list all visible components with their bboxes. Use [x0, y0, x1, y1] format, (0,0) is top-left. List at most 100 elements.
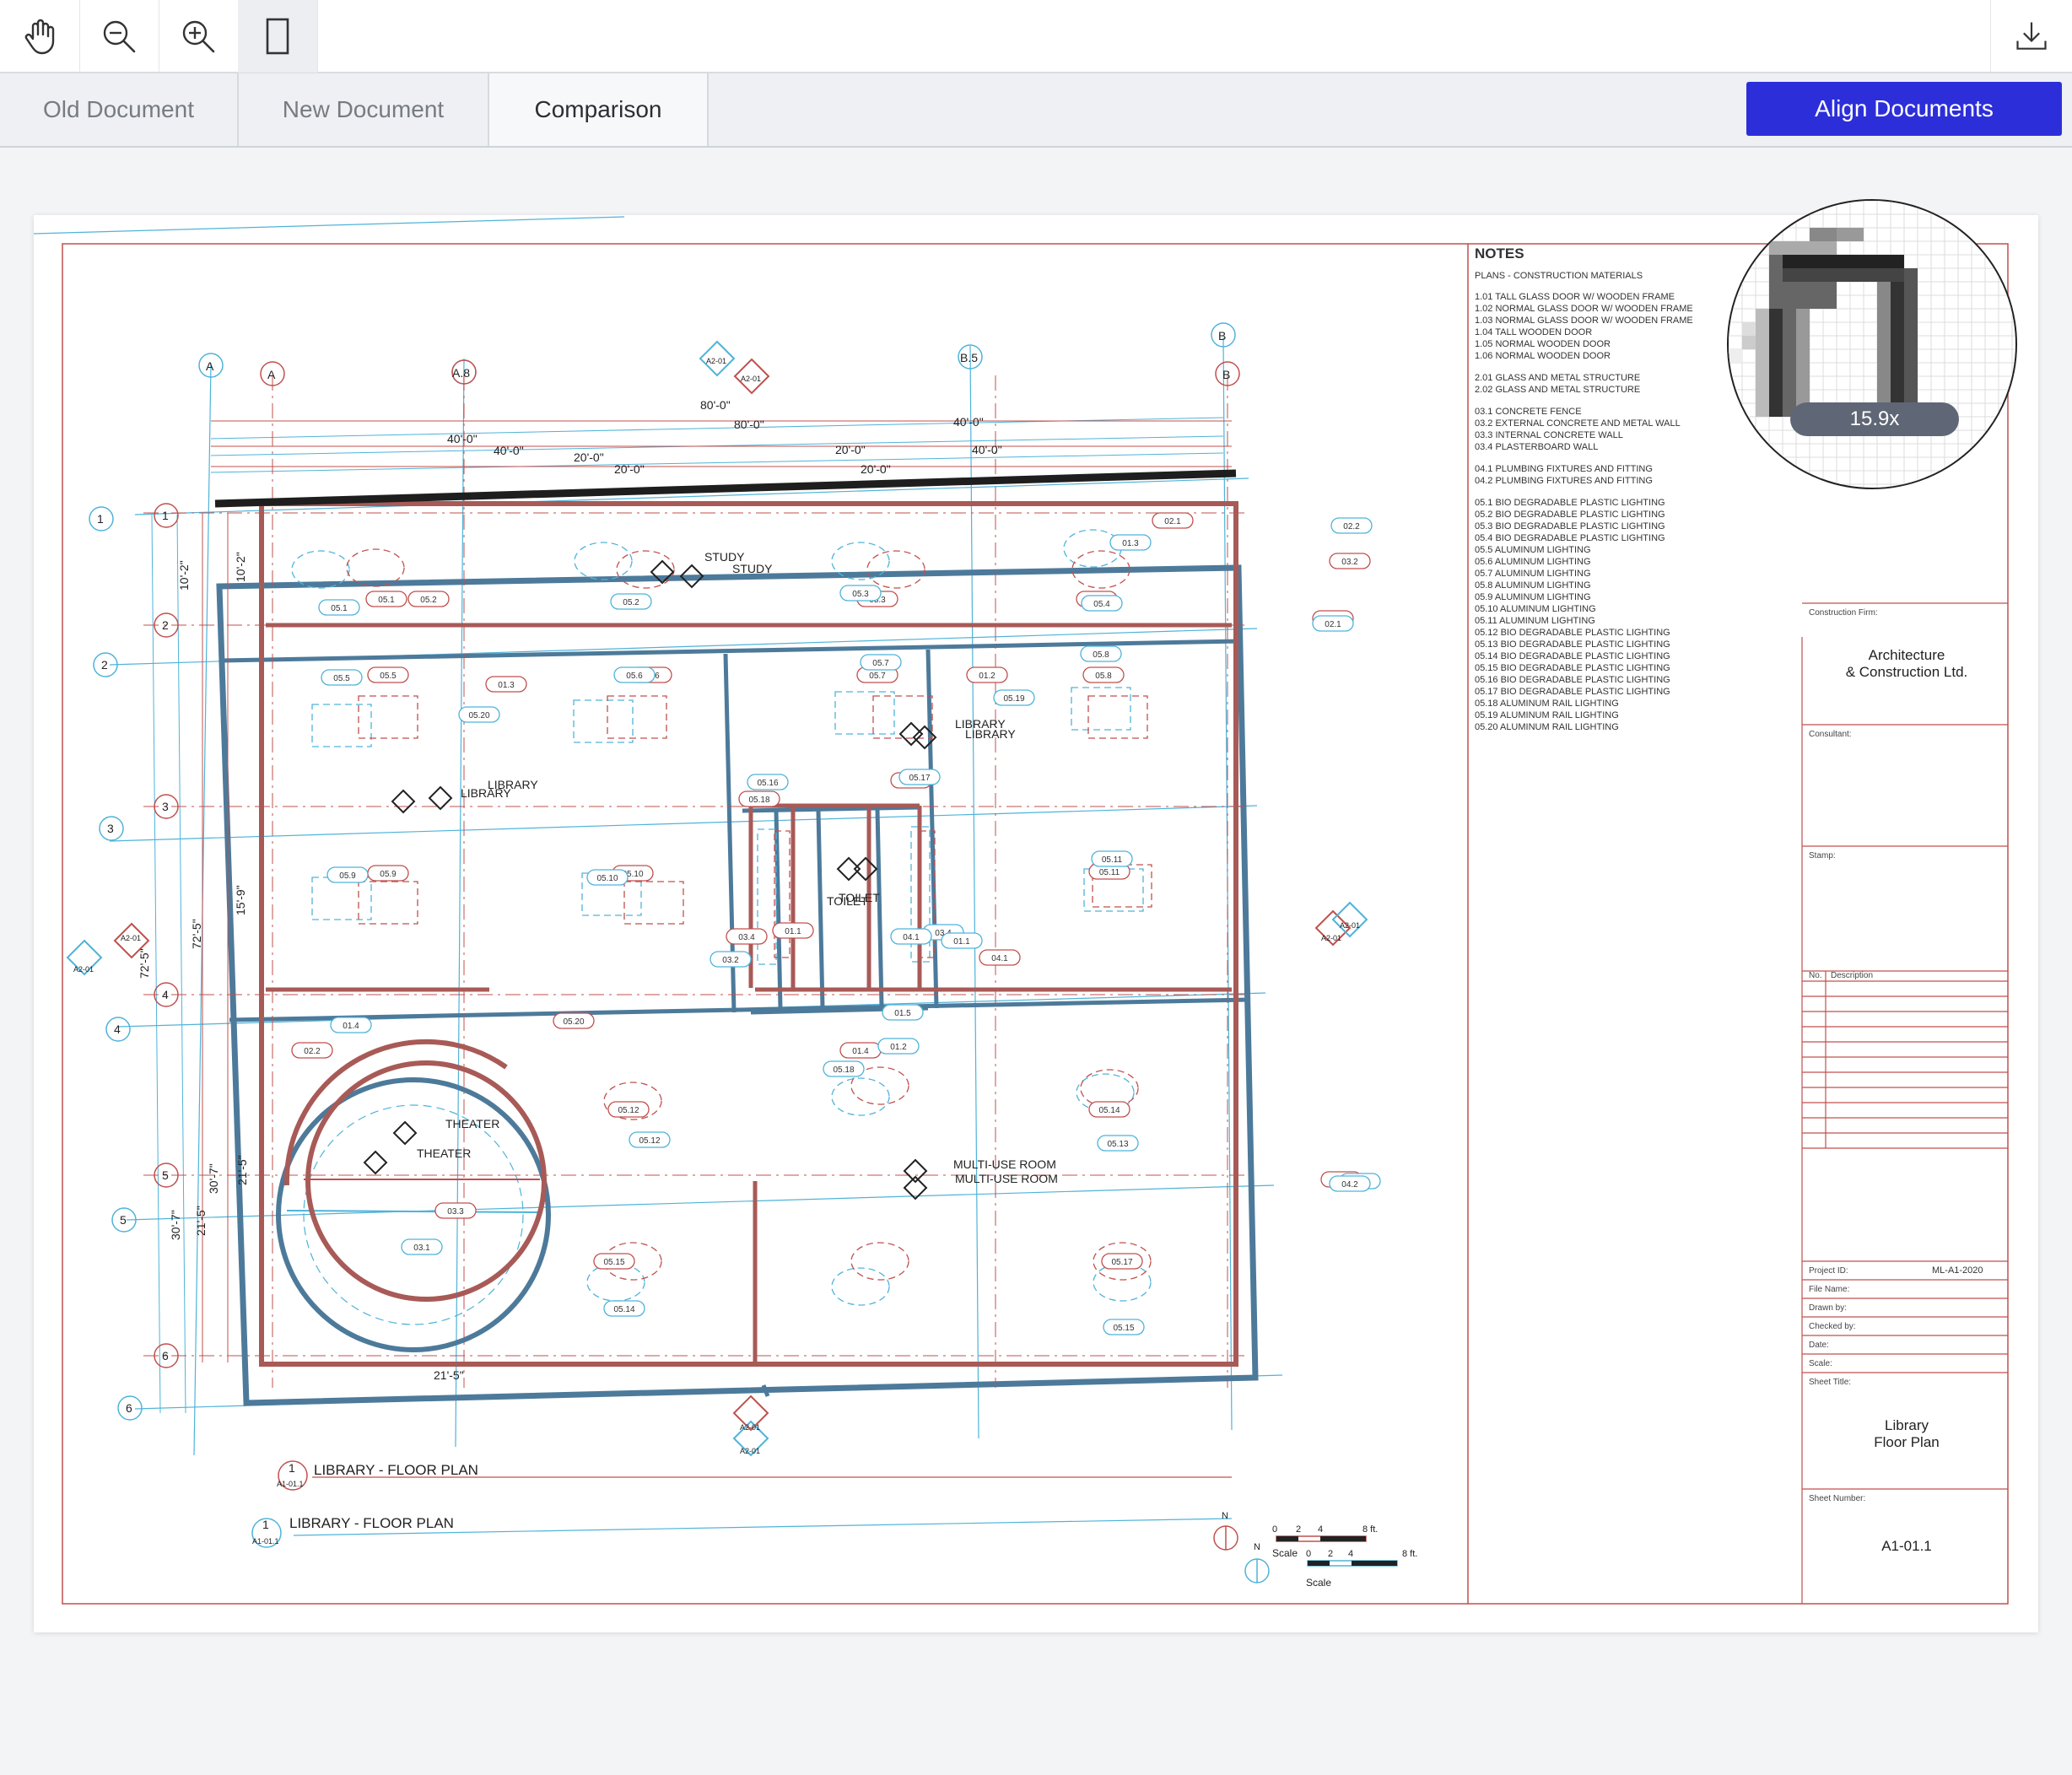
svg-text:05.3: 05.3	[852, 590, 869, 599]
old-tag: 05.18	[738, 790, 780, 807]
notes-line: 05.14 BIO DEGRADABLE PLASTIC LIGHTING	[1475, 651, 1670, 661]
sheet-number-label: Sheet Number:	[1809, 1494, 1866, 1503]
construction-firm-label: Construction Firm:	[1809, 608, 1878, 618]
new-tag: 05.10	[586, 869, 629, 886]
old-tag: 05.8	[1082, 666, 1125, 683]
scale-field-label: Scale:	[1809, 1359, 1832, 1368]
pan-tool-button[interactable]	[0, 0, 80, 73]
svg-text:05.11: 05.11	[1099, 868, 1120, 877]
magnifier-loupe[interactable]	[1727, 199, 2017, 489]
old-tag: 02.2	[291, 1042, 333, 1059]
svg-text:04.2: 04.2	[1341, 1180, 1358, 1190]
svg-text:02.1: 02.1	[1325, 620, 1341, 629]
notes-line: 05.2 BIO DEGRADABLE PLASTIC LIGHTING	[1475, 510, 1665, 520]
tab-new-document[interactable]: New Document	[239, 73, 489, 146]
grid-col-b5: B.5	[960, 351, 978, 364]
drawn-by-label: Drawn by:	[1809, 1303, 1848, 1313]
notes-line: 05.17 BIO DEGRADABLE PLASTIC LIGHTING	[1475, 687, 1670, 697]
room-library-new: LIBRARY	[965, 727, 1016, 741]
notes-line: 05.12 BIO DEGRADABLE PLASTIC LIGHTING	[1475, 628, 1670, 638]
old-tag: 05.17	[1101, 1253, 1143, 1270]
plan-title-old: LIBRARY - FLOOR PLAN	[314, 1462, 478, 1478]
project-id: ML-A1-2020	[1932, 1265, 1983, 1276]
new-tag: 03.2	[710, 951, 752, 968]
scale-tick-4-old: 4	[1318, 1524, 1323, 1535]
scale-tick-2-new: 2	[1328, 1549, 1333, 1559]
grid-row-2-old: 2	[162, 618, 169, 632]
plan-ref-num-old: 1	[289, 1461, 295, 1475]
old-tag: 03.3	[434, 1202, 477, 1219]
dim-row5b-new: 21'-5"	[194, 1206, 208, 1236]
svg-text:05.8: 05.8	[1093, 650, 1109, 660]
new-tag: 01.3	[1109, 534, 1152, 551]
section-ref-top-new: A2-01	[706, 357, 726, 365]
section-ref-top-old: A2-01	[741, 375, 761, 383]
zoom-in-button[interactable]	[159, 0, 239, 73]
date-label: Date:	[1809, 1341, 1829, 1350]
notes-line: 05.9 ALUMINUM LIGHTING	[1475, 592, 1591, 602]
old-tag: 04.1	[979, 949, 1021, 966]
dim-half-new-2: 40'-0"	[953, 415, 984, 429]
dim-row5-old: 30'-7"	[207, 1163, 220, 1194]
sheet-number: A1-01.1	[1881, 1538, 1932, 1554]
align-documents-button[interactable]: Align Documents	[1746, 82, 2062, 136]
svg-text:04.1: 04.1	[991, 954, 1008, 963]
grid-col-a8: A.8	[452, 366, 470, 380]
scale-tick-8-new: 8 ft.	[1402, 1549, 1417, 1559]
scale-tick-2-old: 2	[1296, 1524, 1301, 1535]
fit-page-button[interactable]	[238, 0, 318, 73]
download-icon	[2016, 22, 2047, 50]
construction-firm: Architecture & Construction Ltd.	[1845, 647, 1968, 680]
svg-text:05.15: 05.15	[1113, 1324, 1134, 1333]
magnified-pixels	[1729, 201, 2015, 488]
new-tag: 05.4	[1081, 595, 1123, 612]
north-label-old: N	[1222, 1511, 1228, 1521]
svg-text:05.5: 05.5	[380, 672, 397, 681]
dim-row1-new: 10'-2"	[177, 560, 191, 591]
revision-no-label: No.	[1809, 971, 1822, 980]
dim-half-new-1: 40'-0"	[447, 432, 478, 445]
new-tag: 01.4	[330, 1017, 372, 1033]
project-id-label: Project ID:	[1809, 1266, 1848, 1276]
svg-text:02.1: 02.1	[1164, 517, 1181, 526]
section-ref-right-new: A2-01	[1340, 921, 1360, 930]
tab-comparison[interactable]: Comparison	[489, 73, 709, 146]
dim-total-v-old: 72'-5"	[190, 919, 203, 949]
comparison-sheet: 05.1 05.2 05.3 05.4 05.5 05.6 05.7 05.8 05.9 05.1…	[34, 215, 2038, 1632]
grid-row-3-new: 3	[107, 822, 114, 835]
old-tag: 05.14	[1088, 1101, 1130, 1118]
old-tag: 05.9	[367, 865, 409, 882]
grid-row-1-new: 1	[97, 512, 104, 526]
old-tag: 01.1	[772, 922, 814, 939]
zoom-out-button[interactable]	[79, 0, 159, 73]
new-tag: 05.13	[1097, 1135, 1139, 1152]
north-label-new: N	[1254, 1542, 1260, 1552]
room-toilet-new: TOILET	[839, 891, 880, 904]
revision-description-label: Description	[1831, 971, 1874, 980]
new-tag: 04.1	[890, 928, 932, 945]
tab-old-document[interactable]: Old Document	[0, 73, 239, 146]
notes-line: 05.13 BIO DEGRADABLE PLASTIC LIGHTING	[1475, 639, 1670, 650]
room-study-new: STUDY	[732, 562, 773, 575]
svg-text:05.1: 05.1	[378, 596, 395, 605]
plan-ref-num-new: 1	[262, 1518, 269, 1531]
room-theater-old: THEATER	[445, 1117, 499, 1130]
checked-by-label: Checked by:	[1809, 1322, 1856, 1331]
old-tag: 05.1	[365, 591, 407, 607]
scale-tick-0-old: 0	[1272, 1524, 1277, 1535]
scale-tick-8-old: 8 ft.	[1362, 1524, 1378, 1535]
svg-text:05.2: 05.2	[623, 598, 639, 607]
old-tag: 03.4	[726, 928, 768, 945]
download-button[interactable]	[1990, 0, 2072, 73]
notes-line: 05.11 ALUMINUM LIGHTING	[1475, 616, 1595, 626]
new-tag: 05.14	[603, 1300, 645, 1317]
new-tag: 02.2	[1330, 517, 1373, 534]
section-ref-bottom-old: A2-01	[740, 1423, 760, 1432]
svg-text:05.6: 05.6	[626, 672, 643, 681]
tag-layer: 05.1 05.2 05.3 05.4 05.5 05.6 05.7 05.8 05.9 05.1…	[291, 512, 1381, 1335]
new-tag: 05.6	[613, 666, 656, 683]
new-tag: 03.1	[401, 1238, 443, 1255]
zoom-out-icon	[103, 20, 136, 53]
sheet-title: Library Floor Plan	[1874, 1417, 1940, 1450]
grid-row-6-new: 6	[126, 1401, 132, 1415]
